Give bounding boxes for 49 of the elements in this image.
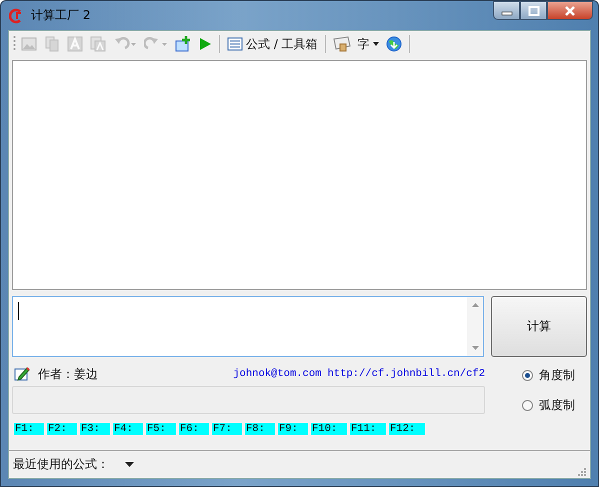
- function-key-slot[interactable]: F9:: [278, 423, 308, 435]
- redo-icon: [144, 36, 168, 52]
- angle-mode-radio[interactable]: 弧度制: [522, 397, 575, 414]
- recent-formulas-label: 最近使用的公式：: [13, 456, 109, 473]
- function-key-slot[interactable]: F3:: [80, 423, 110, 435]
- close-button[interactable]: [547, 1, 593, 20]
- scroll-down-icon: [472, 346, 478, 350]
- function-key-slot[interactable]: F1:: [14, 423, 44, 435]
- website-link[interactable]: http://cf.johnbill.cn/cf2: [327, 368, 485, 380]
- maximize-button[interactable]: [520, 1, 547, 20]
- formula-input-field[interactable]: [12, 296, 484, 357]
- function-key-slot[interactable]: F7:: [212, 423, 242, 435]
- scrollbar[interactable]: [467, 297, 483, 356]
- function-key-slot[interactable]: F4:: [113, 423, 143, 435]
- list-icon: [227, 36, 243, 52]
- undo-icon: [113, 36, 137, 52]
- window-title: 计算工厂 2: [31, 7, 90, 24]
- maximize-icon: [528, 6, 540, 16]
- function-key-slot[interactable]: F10:: [311, 423, 347, 435]
- email-link[interactable]: johnok@tom.com: [233, 368, 322, 380]
- toolbar-button[interactable]: 字: [356, 34, 381, 54]
- scroll-up-icon: [472, 303, 478, 307]
- author-label: 作者：姜边: [38, 366, 98, 382]
- resize-grip-icon[interactable]: [576, 466, 586, 476]
- close-icon: [564, 6, 576, 16]
- dropdown-caret-icon: [372, 42, 379, 46]
- angle-mode-radio[interactable]: 角度制: [522, 367, 575, 384]
- toolbar-icon-button[interactable]: [330, 35, 353, 53]
- picture-icon: [21, 36, 37, 52]
- dropdown-caret-icon[interactable]: [125, 462, 134, 467]
- letter-a-icon: [90, 36, 106, 52]
- function-key-slot[interactable]: F6:: [179, 423, 209, 435]
- edit-pencil-icon: [14, 366, 30, 382]
- function-key-slot[interactable]: F8:: [245, 423, 275, 435]
- copy-icon: [44, 36, 60, 52]
- grip-icon: [13, 35, 16, 53]
- globe-icon: [386, 36, 402, 52]
- compute-button[interactable]: 计算: [491, 296, 587, 357]
- letter-a-icon: [67, 36, 83, 52]
- minimize-button[interactable]: [493, 1, 520, 20]
- function-key-slot[interactable]: F5:: [146, 423, 176, 435]
- toolbar-icon-button[interactable]: [384, 35, 404, 53]
- function-key-slot[interactable]: F12:: [389, 423, 425, 435]
- toolbar-button[interactable]: 公式 / 工具箱: [225, 34, 320, 54]
- function-key-slot[interactable]: F11:: [350, 423, 386, 435]
- toolbar-icon-button[interactable]: [173, 35, 193, 53]
- function-key-slot[interactable]: F2:: [47, 423, 77, 435]
- add-document-icon: [175, 36, 191, 52]
- play-icon: [198, 36, 212, 52]
